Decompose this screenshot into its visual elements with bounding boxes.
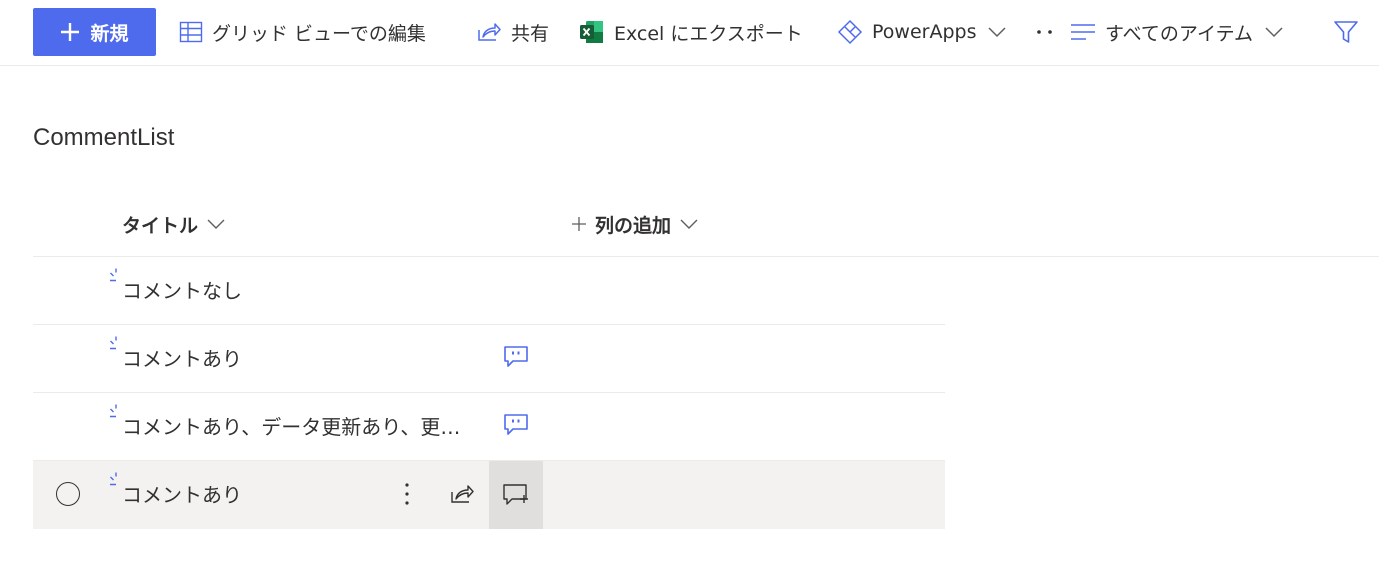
new-button[interactable]: 新規 [33,8,156,56]
more-vertical-icon[interactable] [397,481,417,507]
plus-icon [61,23,80,41]
chevron-down-icon [988,27,1006,38]
row-title-link[interactable]: コメントなし [122,275,242,304]
view-label: すべてのアイテム [1105,22,1254,45]
export-label: Excel にエクスポート [614,22,803,45]
chevron-down-icon [1265,27,1283,38]
add-column-button[interactable]: 列の追加 [571,206,699,242]
excel-icon [580,21,603,43]
plus-icon [572,217,586,231]
share-icon[interactable] [449,482,475,506]
grid-edit-button[interactable]: グリッド ビューでの編集 [179,14,426,50]
grid-edit-label: グリッド ビューでの編集 [212,22,426,45]
list-title: CommentList [33,124,175,151]
chevron-down-icon [207,219,225,229]
more-horizontal-icon [1037,30,1052,34]
share-icon [478,23,501,41]
share-button[interactable]: 共有 [476,14,549,50]
add-column-label: 列の追加 [595,214,672,237]
more-commands-button[interactable] [1034,14,1056,50]
grid-icon [179,21,203,43]
list-row-hovered[interactable]: コメントあり [33,461,945,529]
powerapps-icon [837,19,863,45]
powerapps-menu[interactable]: PowerApps [837,14,1007,50]
view-selector[interactable]: すべてのアイテム [1070,14,1284,50]
comment-icon[interactable] [503,412,529,438]
list-row[interactable]: コメントあり [33,325,945,393]
add-comment-button[interactable] [489,461,543,529]
filter-icon [1334,21,1358,43]
export-excel-button[interactable]: Excel にエクスポート [579,14,803,50]
list-view-icon [1071,24,1095,40]
row-title-link[interactable]: コメントあり [122,343,242,372]
row-title-link[interactable]: コメントあり [122,479,242,508]
powerapps-label: PowerApps [872,21,977,43]
share-label: 共有 [511,22,550,45]
add-comment-icon [503,484,528,505]
column-header-title[interactable]: タイトル [122,206,226,242]
chevron-down-icon [680,219,698,229]
comment-icon[interactable] [503,344,529,370]
new-button-label: 新規 [90,22,129,45]
command-bar: 新規 グリッド ビューでの編集 共有 Excel にエクスポート PowerAp… [0,0,1379,66]
row-select-radio[interactable] [56,482,80,506]
column-header-title-label: タイトル [122,214,199,237]
list-row[interactable]: コメントあり、データ更新あり、更… [33,393,945,461]
filter-button[interactable] [1332,14,1360,50]
row-title-link[interactable]: コメントあり、データ更新あり、更… [122,411,460,440]
list-row[interactable]: コメントなし [33,257,945,325]
